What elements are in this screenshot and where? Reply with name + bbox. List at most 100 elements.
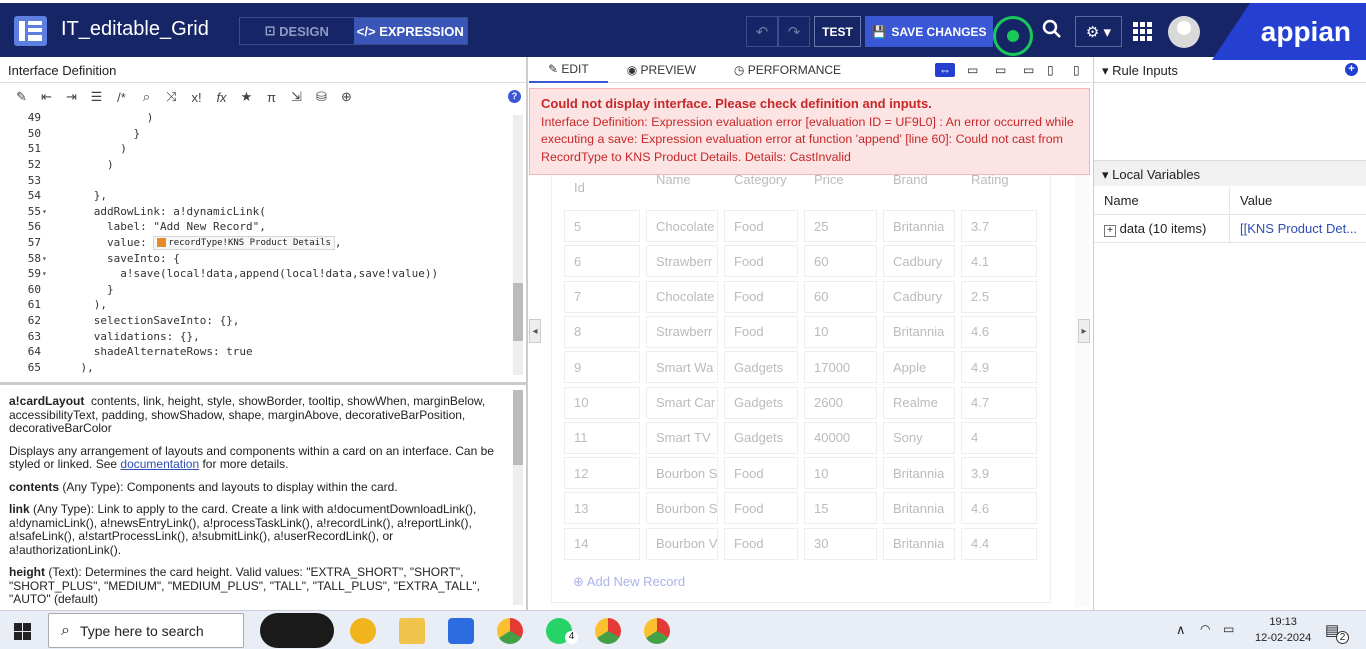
grid-cell-input[interactable]: 7	[564, 280, 640, 313]
code-line[interactable]: 60 }	[0, 282, 526, 298]
grid-cell-input[interactable]: 5	[564, 210, 640, 242]
code-line[interactable]: 58 ▾ saveInto: {	[0, 250, 526, 266]
settings-menu-button[interactable]: ⚙ ▾	[1075, 16, 1122, 47]
grid-cell-input[interactable]: Smart TV	[646, 421, 718, 454]
collapse-left-button[interactable]: ◂	[529, 319, 541, 343]
preview-scrollbar[interactable]	[1075, 167, 1089, 607]
grid-cell-input[interactable]: Britannia	[883, 457, 955, 490]
system-clock[interactable]: 19:13 12-02-2024	[1255, 614, 1311, 646]
undo-button[interactable]: ↶	[746, 16, 778, 47]
edge-browser-icon[interactable]	[350, 618, 376, 644]
grid-cell-input[interactable]: 60	[804, 245, 877, 278]
battery-icon[interactable]: ▭	[1223, 622, 1234, 636]
variable-value[interactable]: [[KNS Product Det...	[1230, 221, 1357, 236]
save-changes-button[interactable]: 💾 SAVE CHANGES	[865, 16, 993, 47]
pi-icon[interactable]: π	[259, 90, 284, 105]
desktop-icon[interactable]: ▭	[967, 63, 985, 77]
grid-cell-input[interactable]: 10	[804, 457, 877, 490]
tab-performance[interactable]: ◷ PERFORMANCE	[715, 57, 860, 83]
code-line[interactable]: 50 }	[0, 126, 526, 142]
grid-cell-input[interactable]: 4.9	[961, 351, 1037, 384]
grid-cell-input[interactable]: 4	[961, 421, 1037, 454]
rule-inputs-header[interactable]: ▾ Rule Inputs +	[1094, 57, 1366, 83]
grid-cell-input[interactable]: Sony	[883, 421, 955, 454]
app-grid-icon[interactable]	[1133, 22, 1155, 42]
grid-cell-input[interactable]: Cadbury	[883, 245, 955, 278]
format-icon[interactable]: ✎	[9, 89, 34, 105]
grid-cell-input[interactable]: 10	[564, 386, 640, 419]
grid-cell-input[interactable]: 15	[804, 492, 877, 525]
code-line[interactable]: 65 ),	[0, 360, 526, 376]
star-icon[interactable]: ★	[234, 89, 259, 105]
code-line[interactable]: 59 ▾ a!save(local!data,append(local!data,…	[0, 266, 526, 282]
grid-cell-input[interactable]: 2600	[804, 386, 877, 419]
grid-cell-input[interactable]: 17000	[804, 351, 877, 384]
grid-cell-input[interactable]: Apple	[883, 351, 955, 384]
db-icon[interactable]: ⛁	[309, 89, 334, 105]
grid-cell-input[interactable]: Food	[724, 527, 798, 560]
grid-cell-input[interactable]: 25	[804, 210, 877, 242]
expand-icon[interactable]: +	[1104, 224, 1116, 237]
chevron-up-icon[interactable]: ∧	[1176, 622, 1186, 638]
grid-cell-input[interactable]: Smart Wa	[646, 351, 718, 384]
grid-cell-input[interactable]: 10	[804, 315, 877, 348]
tablet-landscape-icon[interactable]: ▭	[1023, 63, 1041, 77]
fold-arrow-icon[interactable]: ▾	[42, 254, 54, 263]
grid-cell-input[interactable]: Food	[724, 315, 798, 348]
grid-cell-input[interactable]: Bourbon V	[646, 527, 718, 560]
local-variables-header[interactable]: ▾ Local Variables	[1094, 160, 1366, 186]
grid-cell-input[interactable]: 13	[564, 492, 640, 525]
grid-cell-input[interactable]: 4.6	[961, 315, 1037, 348]
copilot-icon[interactable]	[260, 613, 334, 648]
grid-cell-input[interactable]: Gadgets	[724, 351, 798, 384]
redo-button[interactable]: ↷	[778, 16, 810, 47]
add-rule-input-icon[interactable]: +	[1345, 63, 1358, 76]
user-avatar[interactable]	[1168, 16, 1200, 48]
grid-cell-input[interactable]: Britannia	[883, 527, 955, 560]
code-scrollbar[interactable]	[513, 115, 523, 375]
grid-cell-input[interactable]: Gadgets	[724, 421, 798, 454]
grid-cell-input[interactable]: 60	[804, 280, 877, 313]
grid-cell-input[interactable]: Realme	[883, 386, 955, 419]
fold-arrow-icon[interactable]: ▾	[42, 207, 54, 216]
outdent-icon[interactable]: ⇤	[34, 89, 59, 105]
grid-cell-input[interactable]: 12	[564, 457, 640, 490]
code-line[interactable]: 57 value: recordType!KNS Product Details…	[0, 235, 526, 251]
tablet-portrait-icon[interactable]: ▯	[1047, 63, 1065, 77]
test-button[interactable]: TEST	[814, 16, 861, 47]
grid-cell-input[interactable]: Bourbon S	[646, 457, 718, 490]
windows-start-icon[interactable]	[14, 623, 31, 640]
search-icon[interactable]: ⌕	[134, 89, 159, 105]
grid-cell-input[interactable]: 11	[564, 421, 640, 454]
grid-cell-input[interactable]: Smart Car	[646, 386, 718, 419]
grid-cell-input[interactable]: Cadbury	[883, 280, 955, 313]
code-line[interactable]: 63 validations: {},	[0, 328, 526, 344]
code-line[interactable]: 52 )	[0, 157, 526, 173]
documentation-link[interactable]: documentation	[120, 457, 199, 471]
code-line[interactable]: 66 },	[0, 375, 526, 378]
grid-cell-input[interactable]: Food	[724, 492, 798, 525]
fit-width-icon[interactable]: ⇔	[935, 63, 955, 77]
collapse-right-button[interactable]: ▸	[1078, 319, 1090, 343]
code-line[interactable]: 61 ),	[0, 297, 526, 313]
design-mode-button[interactable]: ⊡ DESIGN	[240, 18, 354, 44]
grid-cell-input[interactable]: 4.4	[961, 527, 1037, 560]
export-icon[interactable]: ⇲	[284, 89, 309, 105]
doc-scrollbar[interactable]	[513, 390, 523, 605]
code-line[interactable]: 51 )	[0, 141, 526, 157]
help-icon[interactable]: ?	[508, 90, 521, 103]
grid-cell-input[interactable]: Gadgets	[724, 386, 798, 419]
shuffle-icon[interactable]: ⤨	[159, 89, 184, 105]
code-line[interactable]: 53	[0, 172, 526, 188]
code-line[interactable]: 62 selectionSaveInto: {},	[0, 313, 526, 329]
taskbar-search[interactable]: ⌕ Type here to search	[48, 613, 244, 648]
tab-preview[interactable]: ◉ PREVIEW	[608, 57, 715, 83]
list-icon[interactable]: ☰	[84, 89, 109, 105]
file-explorer-icon[interactable]	[399, 618, 425, 644]
grid-cell-input[interactable]: Britannia	[883, 492, 955, 525]
grid-cell-input[interactable]: 4.6	[961, 492, 1037, 525]
code-line[interactable]: 64 shadeAlternateRows: true	[0, 344, 526, 360]
wifi-icon[interactable]: ◠	[1200, 622, 1210, 636]
grid-cell-input[interactable]: Strawberr	[646, 315, 718, 348]
grid-cell-input[interactable]: 30	[804, 527, 877, 560]
